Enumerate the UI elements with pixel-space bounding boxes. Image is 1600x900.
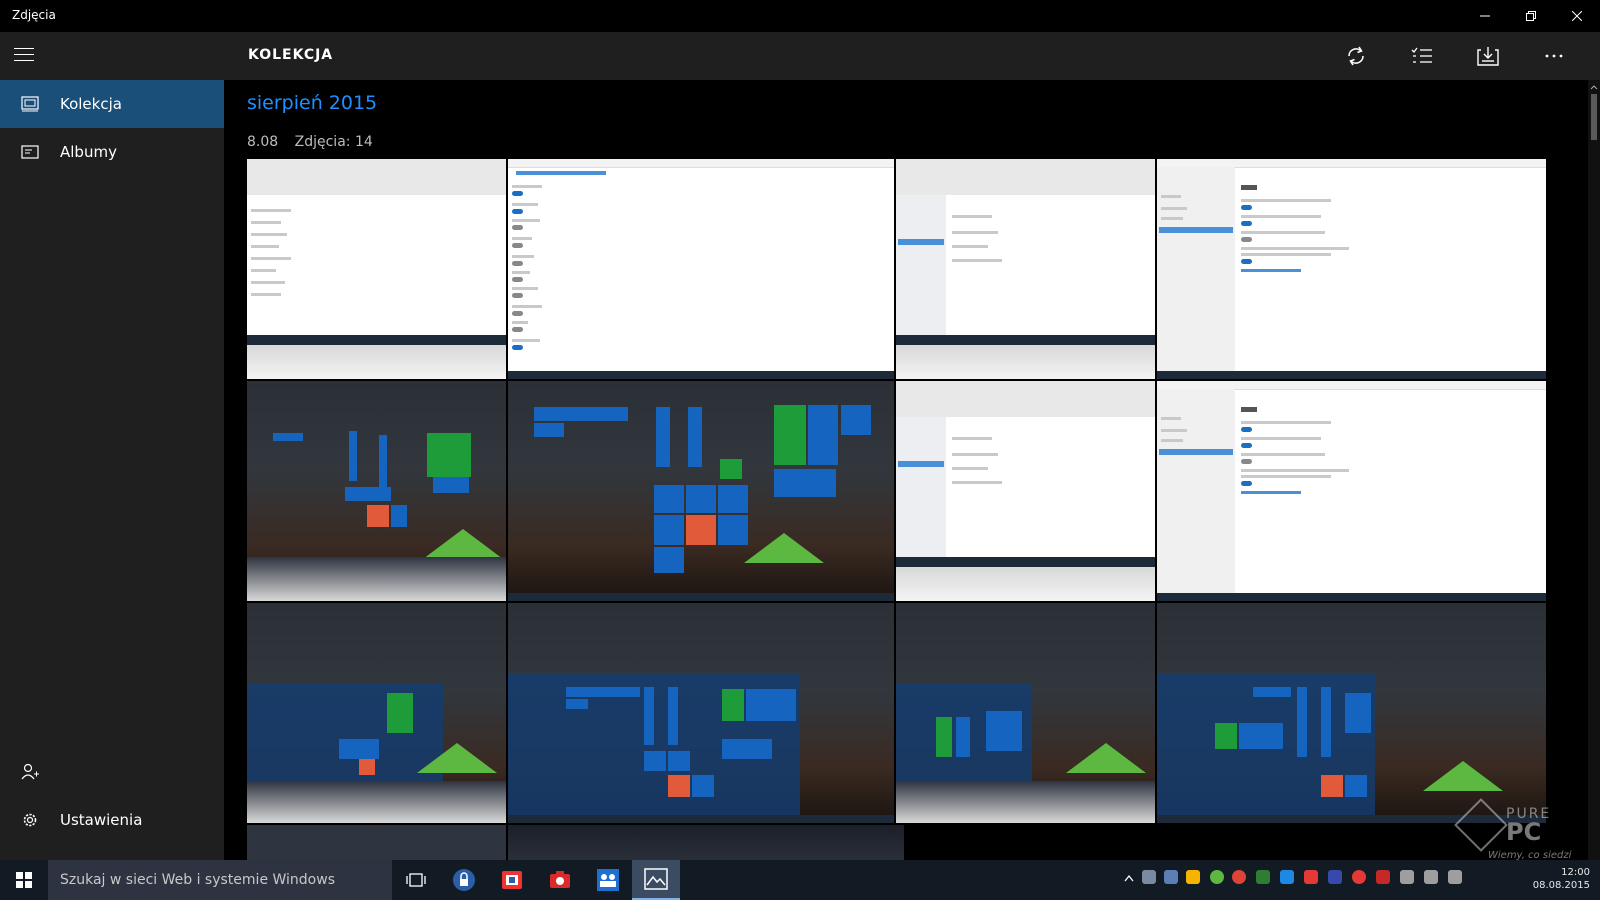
start-button[interactable] [0, 860, 48, 900]
photo-thumbnail[interactable] [508, 159, 894, 379]
page-header: KOLEKCJA [224, 32, 1600, 80]
photo-thumbnail[interactable] [247, 159, 506, 379]
window-title-bar: Zdjęcia [0, 0, 1600, 32]
clock-date: 08.08.2015 [1532, 880, 1590, 891]
more-options-button[interactable] [1530, 32, 1578, 80]
album-icon [21, 145, 39, 159]
photo-thumbnail[interactable] [247, 603, 506, 823]
restore-icon [1526, 11, 1536, 21]
close-icon [1572, 11, 1582, 21]
search-box[interactable]: Szukaj w sieci Web i systemie Windows [48, 860, 392, 900]
tray-message-icon[interactable] [1448, 870, 1462, 884]
windows-logo-icon [16, 872, 32, 888]
page-title: KOLEKCJA [248, 47, 334, 63]
close-button[interactable] [1554, 0, 1600, 32]
more-icon [1545, 54, 1563, 58]
sidebar-item-albumy[interactable]: Albumy [0, 128, 224, 176]
month-heading[interactable]: sierpień 2015 [247, 92, 377, 114]
photo-grid [247, 159, 1574, 860]
photo-thumbnail[interactable] [247, 825, 506, 860]
tray-app3-icon[interactable] [1280, 870, 1294, 884]
tray-power-icon[interactable] [1424, 870, 1438, 884]
app-red-icon [502, 871, 522, 889]
tray-app7-icon[interactable] [1376, 870, 1390, 884]
photo-thumbnail[interactable] [247, 381, 506, 601]
sidebar-item-label: Kolekcja [60, 95, 122, 113]
multi-select-icon [1411, 47, 1432, 63]
sidebar-item-ustawienia[interactable]: Ustawienia [0, 796, 224, 844]
search-placeholder: Szukaj w sieci Web i systemie Windows [60, 872, 335, 888]
tray-network-icon[interactable] [1164, 870, 1178, 884]
taskbar: Szukaj w sieci Web i systemie Windows 12… [0, 860, 1600, 900]
photo-thumbnail[interactable] [1157, 603, 1546, 823]
sidebar-item-label: Albumy [60, 143, 117, 161]
tray-speaker-icon[interactable] [1400, 870, 1414, 884]
minimize-icon [1480, 15, 1490, 17]
taskbar-app-photos[interactable] [632, 860, 680, 900]
account-button[interactable] [0, 748, 224, 796]
tray-app5-icon[interactable] [1328, 870, 1342, 884]
tray-app6-icon[interactable] [1352, 870, 1366, 884]
scrollbar-thumb[interactable] [1591, 94, 1597, 140]
refresh-button[interactable] [1332, 32, 1380, 80]
day-label: 8.08 [247, 134, 279, 150]
people-app-icon [597, 869, 619, 891]
taskbar-clock[interactable]: 12:00 08.08.2015 [1528, 866, 1590, 892]
photos-app-icon [644, 868, 668, 890]
purepc-logo-icon [1454, 798, 1508, 852]
photo-thumbnail[interactable] [508, 825, 904, 860]
import-button[interactable] [1464, 32, 1512, 80]
taskbar-app-people[interactable] [584, 860, 632, 900]
select-button[interactable] [1398, 32, 1446, 80]
navigation-pane: Kolekcja Albumy Ustawienia [0, 32, 224, 860]
photo-thumbnail[interactable] [508, 381, 894, 601]
tray-app2-icon[interactable] [1256, 870, 1270, 884]
add-account-icon [21, 763, 39, 780]
task-view-icon [406, 873, 426, 887]
watermark-line2: PC [1506, 818, 1542, 846]
photo-thumbnail[interactable] [896, 381, 1155, 601]
photo-thumbnail[interactable] [896, 603, 1155, 823]
taskbar-app-camera[interactable] [536, 860, 584, 900]
restore-button[interactable] [1508, 0, 1554, 32]
scroll-up-icon[interactable] [1588, 82, 1600, 92]
gear-icon [23, 813, 37, 827]
clock-time: 12:00 [1561, 867, 1590, 878]
chevron-up-icon[interactable] [1124, 872, 1134, 886]
window-title: Zdjęcia [12, 8, 56, 22]
tray-app4-icon[interactable] [1304, 870, 1318, 884]
sidebar-item-label: Ustawienia [60, 811, 143, 829]
tray-app-icon[interactable] [1210, 870, 1224, 884]
refresh-icon [1348, 46, 1364, 66]
sidebar-item-kolekcja[interactable]: Kolekcja [0, 80, 224, 128]
camera-app-icon [550, 871, 570, 888]
lock-app-icon [453, 869, 475, 891]
import-icon [1477, 47, 1499, 66]
tray-cloud-icon[interactable] [1142, 870, 1156, 884]
taskbar-app-lock[interactable] [440, 860, 488, 900]
task-view-button[interactable] [392, 860, 440, 900]
collection-icon [21, 96, 39, 112]
photo-thumbnail[interactable] [508, 603, 894, 823]
tray-chrome-icon[interactable] [1232, 870, 1246, 884]
photo-thumbnail[interactable] [1157, 381, 1546, 601]
taskbar-app-red[interactable] [488, 860, 536, 900]
minimize-button[interactable] [1462, 0, 1508, 32]
photo-count: Zdjęcia: 14 [294, 134, 373, 150]
tray-drive-icon[interactable] [1186, 870, 1200, 884]
watermark: PURE PC Wiemy, co siedzi [1454, 798, 1592, 866]
day-group-header: 8.08 Zdjęcia: 14 [247, 134, 385, 150]
photo-thumbnail[interactable] [1157, 159, 1546, 379]
photo-thumbnail[interactable] [896, 159, 1155, 379]
vertical-scrollbar[interactable] [1588, 80, 1600, 860]
hamburger-menu-icon[interactable] [14, 48, 34, 62]
